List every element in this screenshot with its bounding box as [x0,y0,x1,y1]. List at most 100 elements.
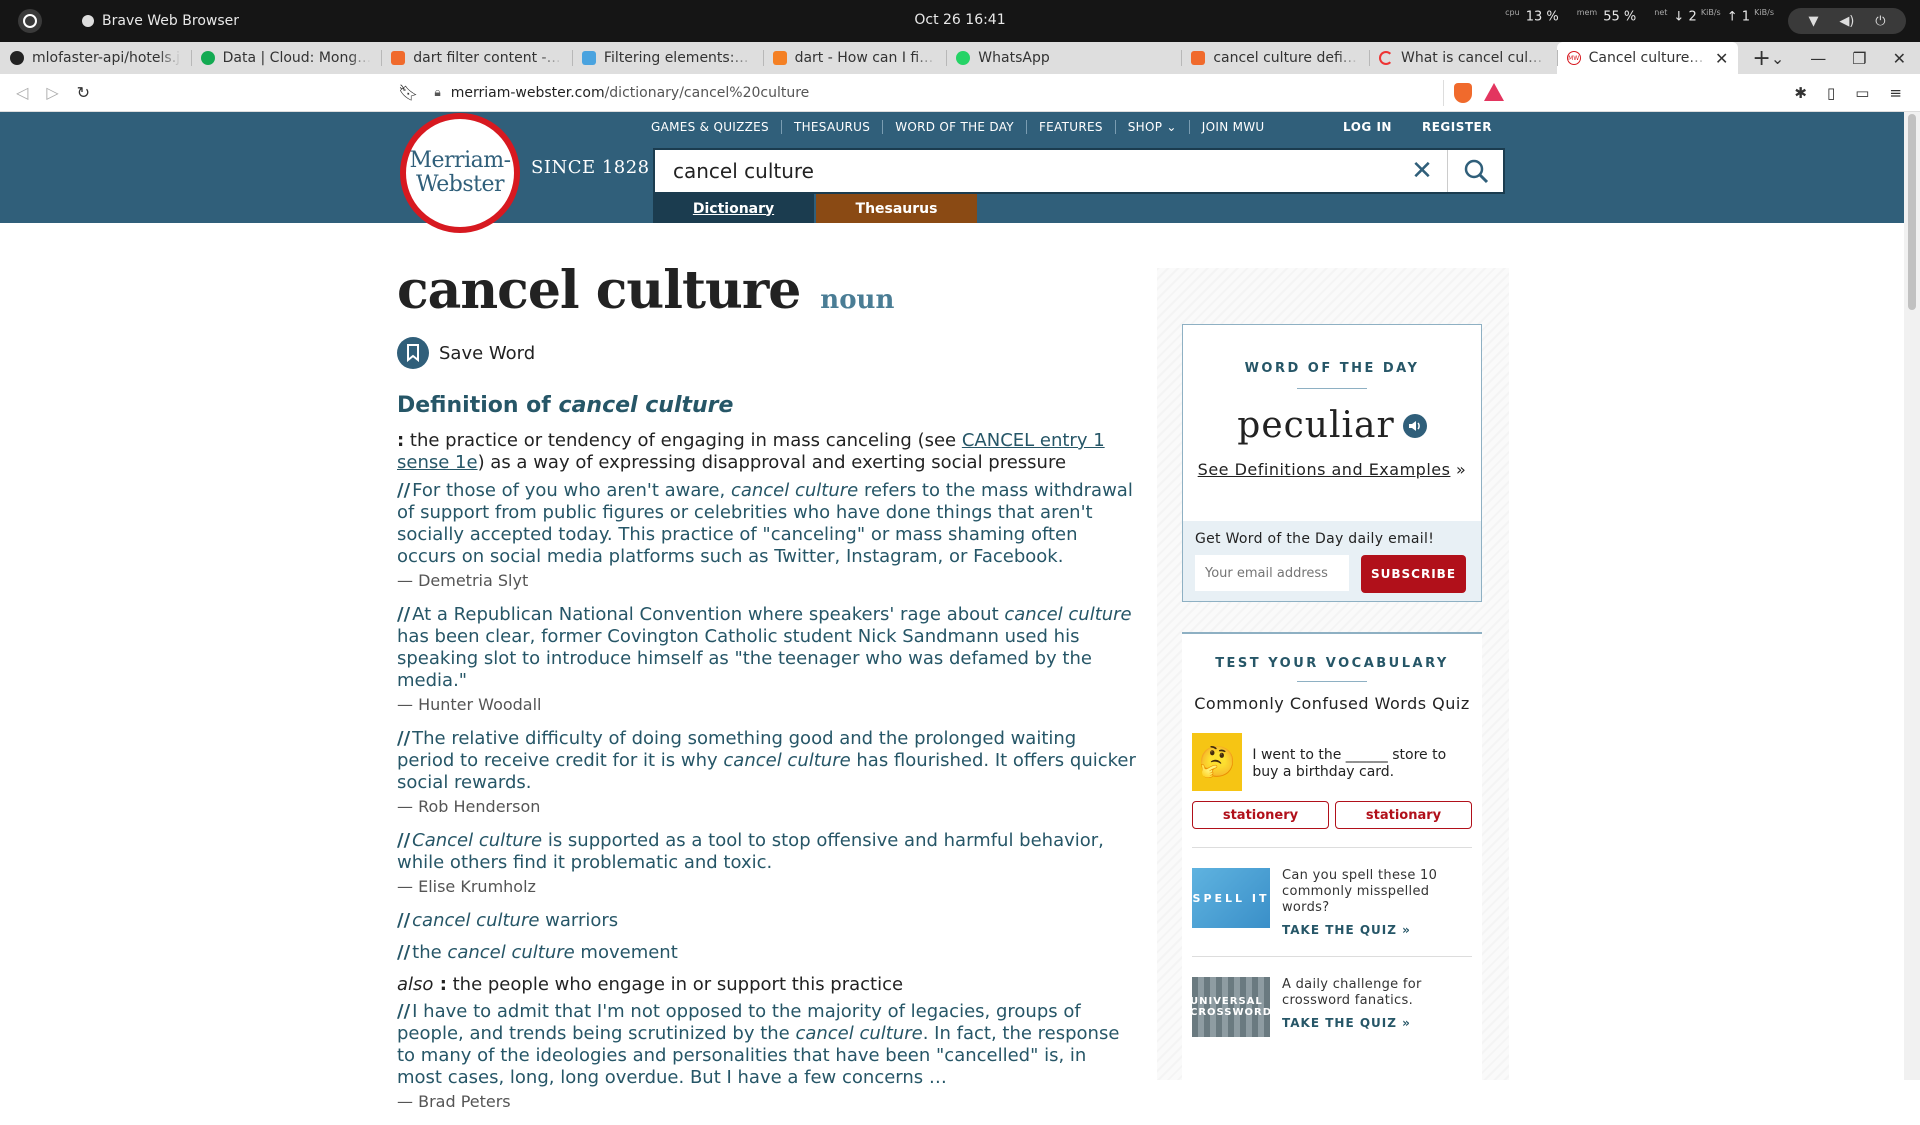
subscribe-button[interactable]: SUBSCRIBE [1361,555,1466,593]
example-author: — Brad Peters [397,1092,511,1111]
browser-tab[interactable]: WhatsApp [946,42,1181,74]
tab-list-chevron-icon[interactable]: ⌄ [1771,49,1784,68]
activities-icon[interactable] [18,9,42,33]
tab-dictionary[interactable]: Dictionary [653,194,814,223]
minimize-icon[interactable]: — [1810,49,1826,68]
email-field[interactable] [1195,555,1349,591]
nav-join-mwu[interactable]: JOIN MWU [1188,120,1277,134]
login-link[interactable]: LOG IN [1343,120,1392,134]
wod-word-text[interactable]: peculiar [1237,405,1394,446]
browser-tab-strip: mlofaster-api/hotels.j Data | Cloud: Mon… [0,42,1920,74]
register-link[interactable]: REGISTER [1422,120,1492,134]
nav-thesaurus[interactable]: THESAURUS [780,120,882,134]
extensions-icon[interactable]: ✱ [1794,84,1807,102]
whatsapp-icon [956,51,971,65]
power-icon: ⏻ [1875,13,1886,29]
close-window-icon[interactable]: ✕ [1893,49,1906,68]
new-tab-button[interactable]: + [1752,46,1770,71]
bookmark-icon[interactable]: 🔖︎ [398,83,418,102]
example-sentence: //The relative difficulty of doing somet… [397,728,1137,794]
save-word-label: Save Word [439,342,536,364]
promo-crossword[interactable]: UNIVERSAL CROSSWORD A daily challenge fo… [1190,956,1472,1037]
system-tray[interactable]: ▼ ◀) ⏻ [1788,8,1906,34]
page-scrollbar[interactable] [1904,112,1920,1080]
forward-icon[interactable]: ▷ [46,83,58,102]
sidebar-icon[interactable]: ▯ [1827,84,1835,102]
nav-games-quizzes[interactable]: GAMES & QUIZZES [651,120,781,134]
example-sentence: //For those of you who aren't aware, can… [397,480,1137,568]
system-monitor: cpu 13 % mem 55 % net ↓ 2 KiB/s ↑ 1 KiB/s [1505,8,1780,24]
definition-text-b: ) as a way of expressing disapproval and… [477,452,1067,473]
also-colon: : [433,974,447,995]
quiz-choice-a[interactable]: stationery [1192,801,1329,829]
url-field[interactable]: 🔒︎ merriam-webster.com/dictionary/cancel… [434,79,1445,106]
search-button[interactable] [1447,150,1503,192]
url-path: /dictionary/cancel%20culture [604,84,810,101]
browser-tab-active[interactable]: MW Cancel culture Def ✕ [1556,42,1739,74]
browser-tab[interactable]: Data | Cloud: MongoD [190,42,382,74]
take-quiz-link[interactable]: TAKE THE QUIZ » [1282,1015,1472,1031]
promo-text: Can you spell these 10 commonly misspell… [1282,868,1438,915]
browser-tab[interactable]: cancel culture definiti [1181,42,1369,74]
browser-tab[interactable]: mlofaster-api/hotels.j [0,42,191,74]
dictionary-entry: cancel culture noun Save Word Definition… [397,260,1137,1125]
wallet-icon[interactable]: ▭ [1855,84,1869,102]
promo-text: A daily challenge for crossword fanatics… [1282,977,1422,1008]
definition-text-a: the practice or tendency of engaging in … [404,430,962,451]
browser-tab[interactable]: dart - How can I filter a [762,42,947,74]
search-box: ✕ [653,148,1505,194]
crossword-image: UNIVERSAL CROSSWORD [1190,977,1271,1037]
quiz-title[interactable]: Commonly Confused Words Quiz [1182,694,1482,713]
back-icon[interactable]: ◁ [16,83,28,102]
part-of-speech[interactable]: noun [820,285,894,315]
thinking-face-icon: 🤔 [1192,733,1243,791]
merriam-webster-logo[interactable]: Merriam- Webster [400,113,520,233]
nav-shop[interactable]: SHOP ⌄ [1114,120,1189,134]
scrollbar-thumb[interactable] [1908,114,1916,310]
example-pre: At a Republican National Convention wher… [412,604,1005,625]
example-pre: the [412,942,448,963]
nav-features[interactable]: FEATURES [1025,120,1115,134]
wod-definitions-link[interactable]: See Definitions and Examples » [1183,460,1481,479]
menu-icon[interactable]: ≡ [1889,84,1902,102]
browser-tab[interactable]: What is cancel culture [1368,42,1557,74]
example-author: — Hunter Woodall [397,695,542,714]
brave-search-icon [391,51,406,65]
browser-tab[interactable]: Filtering elements: wh [571,42,763,74]
github-icon [10,51,24,65]
example-sentence: //I have to admit that I'm not opposed t… [397,1001,1137,1089]
wod-label: WORD OF THE DAY [1244,361,1420,376]
search-icon [1464,159,1488,184]
example-marker: // [397,728,411,749]
promo-spell-it[interactable]: SPELL IT Can you spell these 10 commonly… [1192,847,1472,938]
example-author: — Rob Henderson [397,797,541,816]
mem-value: 55 % [1603,9,1637,25]
speaker-icon[interactable] [1402,413,1427,438]
take-quiz-link[interactable]: TAKE THE QUIZ » [1282,922,1472,938]
tab-thesaurus[interactable]: Thesaurus [816,194,977,223]
clock[interactable]: Oct 26 16:41 [914,12,1005,28]
nav-word-of-the-day[interactable]: WORD OF THE DAY [882,120,1026,134]
search-input[interactable] [655,150,1397,192]
close-tab-icon[interactable]: ✕ [1715,49,1728,68]
wifi-icon: ▼ [1808,13,1819,29]
quiz-choice-b[interactable]: stationary [1335,801,1472,829]
example-marker: // [397,830,411,851]
net-down-value: 2 [1688,9,1697,25]
since-tagline: SINCE 1828 [531,157,650,178]
lock-icon[interactable]: 🔒︎ [434,85,440,100]
save-word-button[interactable]: Save Word [397,337,1137,369]
active-app-indicator[interactable]: Brave Web Browser [82,13,239,29]
restore-icon[interactable]: ❐ [1852,49,1866,68]
reload-icon[interactable]: ↻ [77,83,90,102]
example-marker: // [397,604,411,625]
word-of-the-day-widget: WORD OF THE DAY peculiar See Definitions… [1182,324,1482,602]
divider [1297,388,1367,389]
clear-search-icon[interactable]: ✕ [1397,156,1447,186]
up-arrow-icon: ↑ [1726,9,1738,25]
quiz-question-text: I went to the ______ store to buy a birt… [1252,747,1447,780]
example-term: Cancel culture [412,830,543,851]
brave-rewards-icon[interactable] [1484,82,1505,101]
browser-tab[interactable]: dart filter content - Br [381,42,572,74]
brave-shields-icon[interactable] [1454,82,1473,103]
